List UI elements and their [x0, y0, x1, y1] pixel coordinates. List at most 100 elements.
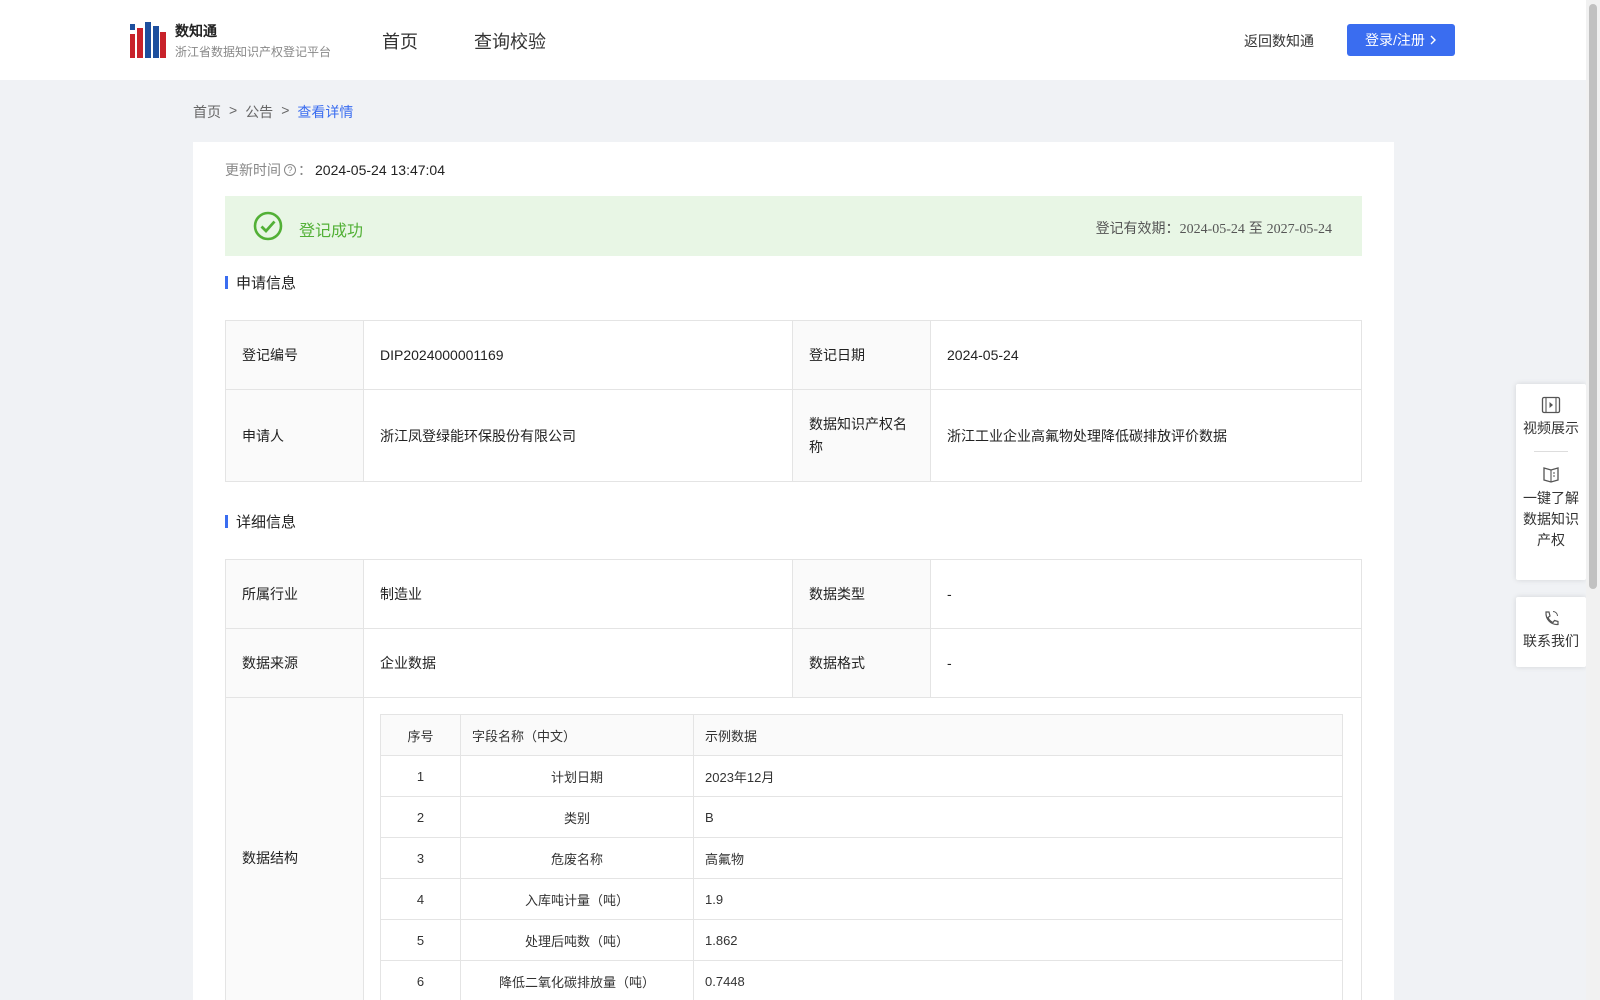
table-row: 数据来源 企业数据 数据格式 -: [225, 628, 1362, 698]
cell-field-name: 处理后吨数（吨）: [460, 919, 694, 961]
cell-sample: 高氟物: [693, 837, 1343, 879]
contact-us-label: 联系我们: [1523, 633, 1579, 649]
login-register-button[interactable]: 登录/注册: [1347, 24, 1455, 56]
data-type-value: -: [930, 559, 1362, 629]
float-panel-help: 视频展示 一键了解 数据知识 产权: [1516, 384, 1586, 580]
breadcrumb: 首页 > 公告 > 查看详情: [193, 102, 353, 122]
cell-sample: B: [693, 796, 1343, 838]
table-header-row: 序号 字段名称（中文） 示例数据: [380, 714, 1343, 756]
cell-index: 3: [380, 837, 461, 879]
format-value: -: [930, 628, 1362, 698]
contact-us-button[interactable]: 联系我们: [1516, 597, 1586, 652]
update-time-row: 更新时间 ? ： 2024-05-24 13:47:04: [225, 160, 445, 180]
cell-field-name: 计划日期: [460, 755, 694, 797]
learn-ip-label-line3: 产权: [1537, 532, 1565, 548]
cell-index: 6: [380, 960, 461, 1000]
breadcrumb-separator: >: [281, 102, 290, 118]
data-type-label: 数据类型: [792, 559, 931, 629]
breadcrumb-separator: >: [229, 102, 238, 118]
book-icon: [1543, 467, 1559, 483]
page-scrollbar[interactable]: [1586, 0, 1600, 1000]
validity-separator: 至: [1248, 220, 1263, 236]
application-title-text: 申请信息: [236, 275, 297, 292]
back-to-szt-link[interactable]: 返回数知通: [1244, 31, 1314, 51]
breadcrumb-home[interactable]: 首页: [193, 102, 221, 122]
breadcrumb-current: 查看详情: [297, 104, 354, 120]
cell-index: 5: [380, 919, 461, 961]
format-label: 数据格式: [792, 628, 931, 698]
application-info-table: 登记编号 DIP2024000001169 登记日期 2024-05-24 申请…: [225, 320, 1362, 482]
nav-home[interactable]: 首页: [382, 28, 418, 54]
applicant-label: 申请人: [225, 389, 364, 482]
status-banner: 登记成功 登记有效期：2024-05-24 至 2027-05-24: [225, 196, 1362, 256]
question-icon[interactable]: ?: [284, 164, 296, 176]
cell-index: 4: [380, 878, 461, 920]
scrollbar-thumb[interactable]: [1589, 4, 1597, 589]
industry-label: 所属行业: [225, 559, 364, 629]
reg-no-label: 登记编号: [225, 320, 364, 390]
reg-no-value: DIP2024000001169: [363, 320, 793, 390]
learn-ip-button[interactable]: 一键了解 数据知识 产权: [1516, 452, 1586, 551]
reg-date-value: 2024-05-24: [930, 320, 1362, 390]
breadcrumb-announcement[interactable]: 公告: [245, 102, 273, 122]
update-time-label: 更新时间: [225, 162, 281, 178]
structure-cell: 序号 字段名称（中文） 示例数据 1 计划日期 2023年12月 2 类别 B …: [363, 697, 1362, 1000]
table-row: 1 计划日期 2023年12月: [380, 755, 1343, 797]
brand-name: 数知通: [175, 23, 217, 39]
update-time-value: 2024-05-24 13:47:04: [315, 162, 445, 178]
top-header: 数知通 浙江省数据知识产权登记平台 首页 查询校验 返回数知通 登录/注册: [0, 0, 1586, 80]
table-row: 所属行业 制造业 数据类型 -: [225, 559, 1362, 629]
validity-end: 2027-05-24: [1266, 222, 1332, 237]
table-row: 6 降低二氧化碳排放量（吨） 0.7448: [380, 960, 1343, 1000]
table-row: 3 危废名称 高氟物: [380, 837, 1343, 879]
nav-query-verify[interactable]: 查询校验: [474, 28, 546, 54]
cell-sample: 1.9: [693, 878, 1343, 920]
cell-index: 1: [380, 755, 461, 797]
cell-sample: 0.7448: [693, 960, 1343, 1000]
reg-date-label: 登记日期: [792, 320, 931, 390]
cell-sample: 1.862: [693, 919, 1343, 961]
cell-index: 2: [380, 796, 461, 838]
table-row: 5 处理后吨数（吨） 1.862: [380, 919, 1343, 961]
section-marker: [225, 276, 228, 289]
update-time-colon: ：: [298, 162, 312, 178]
detail-card: 更新时间 ? ： 2024-05-24 13:47:04 登记成功 登记有效期：…: [193, 142, 1394, 1000]
video-icon: [1541, 396, 1561, 414]
brand-subtitle: 浙江省数据知识产权登记平台: [175, 45, 332, 59]
cell-field-name: 降低二氧化碳排放量（吨）: [460, 960, 694, 1000]
cell-sample: 2023年12月: [693, 755, 1343, 797]
section-marker: [225, 515, 228, 528]
details-info-table: 所属行业 制造业 数据类型 - 数据来源 企业数据 数据格式 - 数据结构 序号…: [225, 559, 1362, 1000]
table-row: 4 入库吨计量（吨） 1.9: [380, 878, 1343, 920]
ip-name-label: 数据知识产权名称: [792, 389, 931, 482]
validity-period: 登记有效期：2024-05-24 至 2027-05-24: [1096, 218, 1332, 238]
brand-logo[interactable]: [130, 20, 166, 58]
table-row: 登记编号 DIP2024000001169 登记日期 2024-05-24: [225, 320, 1362, 390]
ip-name-value: 浙江工业企业高氟物处理降低碳排放评价数据: [930, 389, 1362, 482]
application-section-title: 申请信息: [225, 272, 296, 293]
check-circle-icon: [253, 211, 283, 241]
cell-field-name: 类别: [460, 796, 694, 838]
details-section-title: 详细信息: [225, 511, 296, 532]
col-index: 序号: [380, 714, 461, 756]
cell-field-name: 入库吨计量（吨）: [460, 878, 694, 920]
phone-icon: [1545, 611, 1559, 626]
table-row: 数据结构 序号 字段名称（中文） 示例数据 1 计划日期 2023年12月 2 …: [225, 697, 1362, 1000]
video-show-button[interactable]: 视频展示: [1516, 384, 1586, 439]
video-show-label: 视频展示: [1523, 420, 1579, 436]
table-row: 申请人 浙江凤登绿能环保股份有限公司 数据知识产权名称 浙江工业企业高氟物处理降…: [225, 389, 1362, 482]
validity-label: 登记有效期：: [1095, 220, 1180, 236]
data-structure-table: 序号 字段名称（中文） 示例数据 1 计划日期 2023年12月 2 类别 B …: [380, 714, 1343, 1000]
source-label: 数据来源: [225, 628, 364, 698]
validity-start: 2024-05-24: [1179, 222, 1245, 237]
status-text: 登记成功: [299, 223, 364, 240]
col-field-name: 字段名称（中文）: [460, 714, 694, 756]
col-sample: 示例数据: [693, 714, 1343, 756]
source-value: 企业数据: [363, 628, 793, 698]
structure-label: 数据结构: [225, 697, 364, 1000]
learn-ip-label-line2: 数据知识: [1523, 511, 1579, 527]
learn-ip-label-line1: 一键了解: [1523, 490, 1579, 506]
details-title-text: 详细信息: [236, 514, 297, 531]
cell-field-name: 危废名称: [460, 837, 694, 879]
login-register-label: 登录/注册: [1365, 32, 1425, 48]
